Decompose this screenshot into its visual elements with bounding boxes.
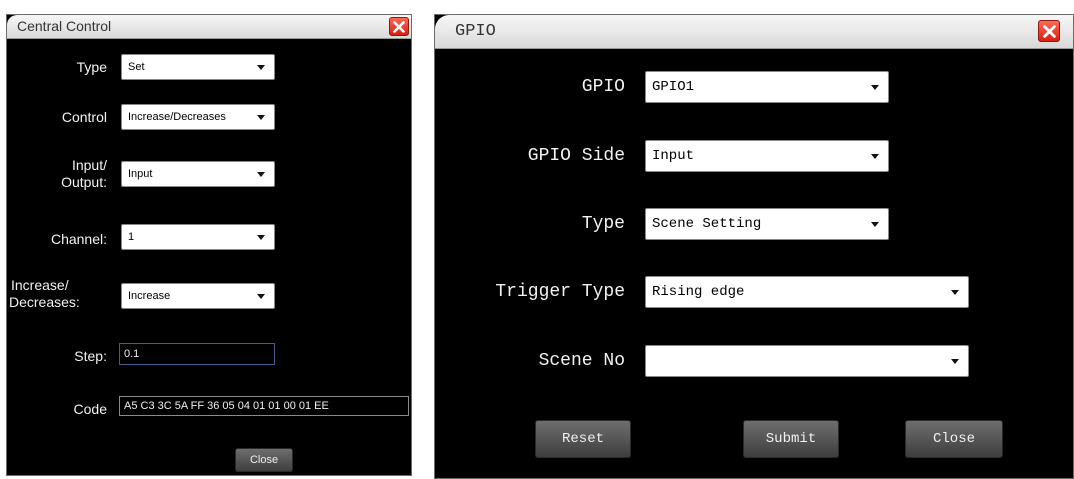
cc-close-button-label: Close bbox=[249, 454, 279, 466]
cc-increase-decreases-label-line1: Increase/ bbox=[11, 277, 69, 293]
cc-control-label: Control bbox=[61, 109, 107, 125]
cc-input-output-select[interactable]: Input bbox=[121, 161, 275, 187]
gpio-titlebar[interactable]: GPIO bbox=[435, 15, 1073, 49]
central-control-close-x-button[interactable] bbox=[389, 17, 409, 36]
cc-code-input[interactable]: A5 C3 3C 5A FF 36 05 04 01 01 00 01 EE bbox=[119, 396, 409, 416]
cc-channel-value: 1 bbox=[128, 231, 135, 243]
gpio-trigger-type-value: Rising edge bbox=[652, 284, 745, 300]
gpio-scene-no-label: Scene No bbox=[538, 351, 625, 371]
chevron-down-icon bbox=[951, 290, 959, 295]
central-control-titlebar[interactable]: Central Control bbox=[7, 15, 411, 39]
gpio-trigger-type-label: Trigger Type bbox=[495, 282, 625, 302]
gpio-submit-button[interactable]: Submit bbox=[743, 420, 839, 458]
gpio-submit-button-label: Submit bbox=[765, 431, 817, 447]
gpio-trigger-type-select[interactable]: Rising edge bbox=[645, 276, 969, 308]
cc-code-value: A5 C3 3C 5A FF 36 05 04 01 01 00 01 EE bbox=[124, 400, 329, 412]
cc-input-output-label-line2: Output: bbox=[61, 174, 107, 190]
cc-increase-decreases-select[interactable]: Increase bbox=[121, 283, 275, 309]
cc-increase-decreases-label-line2: Decreases: bbox=[9, 294, 80, 310]
gpio-reset-button-label: Reset bbox=[561, 431, 604, 447]
close-icon bbox=[393, 20, 405, 33]
gpio-close-button-label: Close bbox=[932, 431, 975, 447]
chevron-down-icon bbox=[871, 154, 879, 159]
chevron-down-icon bbox=[257, 172, 265, 177]
gpio-type-value: Scene Setting bbox=[652, 216, 762, 232]
gpio-title: GPIO bbox=[455, 22, 496, 41]
chevron-down-icon bbox=[871, 222, 879, 227]
chevron-down-icon bbox=[951, 359, 959, 364]
central-control-title: Central Control bbox=[17, 18, 112, 34]
gpio-side-value: Input bbox=[652, 148, 695, 164]
cc-control-select[interactable]: Increase/Decreases bbox=[121, 104, 275, 130]
cc-type-value: Set bbox=[128, 61, 145, 73]
gpio-close-button[interactable]: Close bbox=[905, 420, 1003, 458]
cc-step-label: Step: bbox=[74, 348, 107, 364]
cc-input-output-label-line1: Input/ bbox=[71, 157, 107, 173]
cc-code-label: Code bbox=[73, 401, 107, 417]
cc-increase-decreases-value: Increase bbox=[128, 290, 171, 302]
cc-type-select[interactable]: Set bbox=[121, 54, 275, 80]
central-control-dialog: Central Control Type Set Control Increas… bbox=[6, 14, 412, 476]
cc-close-button[interactable]: Close bbox=[235, 448, 293, 472]
gpio-side-label: GPIO Side bbox=[527, 146, 625, 166]
gpio-close-x-button[interactable] bbox=[1038, 20, 1060, 42]
close-icon bbox=[1042, 24, 1056, 38]
cc-step-input[interactable]: 0.1 bbox=[119, 343, 275, 365]
cc-step-value: 0.1 bbox=[124, 348, 140, 360]
cc-channel-label: Channel: bbox=[50, 231, 107, 247]
cc-type-label: Type bbox=[76, 59, 107, 75]
gpio-gpio-select[interactable]: GPIO1 bbox=[645, 71, 889, 103]
chevron-down-icon bbox=[257, 115, 265, 120]
cc-control-value: Increase/Decreases bbox=[128, 111, 226, 123]
gpio-dialog: GPIO GPIO GPIO1 GPIO Side Input Type Sce… bbox=[434, 14, 1074, 479]
chevron-down-icon bbox=[871, 85, 879, 90]
cc-channel-select[interactable]: 1 bbox=[121, 224, 275, 250]
gpio-side-select[interactable]: Input bbox=[645, 140, 889, 172]
gpio-type-label: Type bbox=[581, 214, 625, 234]
gpio-type-select[interactable]: Scene Setting bbox=[645, 208, 889, 240]
gpio-scene-no-select[interactable] bbox=[645, 345, 969, 377]
gpio-gpio-label: GPIO bbox=[581, 77, 625, 97]
chevron-down-icon bbox=[257, 235, 265, 240]
chevron-down-icon bbox=[257, 65, 265, 70]
gpio-gpio-value: GPIO1 bbox=[652, 79, 695, 95]
chevron-down-icon bbox=[257, 294, 265, 299]
cc-input-output-value: Input bbox=[128, 168, 153, 180]
gpio-reset-button[interactable]: Reset bbox=[535, 420, 631, 458]
